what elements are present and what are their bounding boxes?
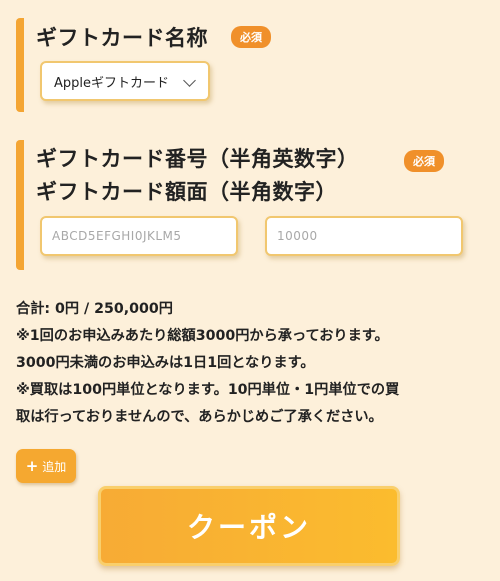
required-badge: 必須 <box>231 26 271 48</box>
gift-card-type-select[interactable]: Appleギフトカード <box>40 61 210 101</box>
plus-icon: + <box>25 457 39 475</box>
total-line: 合計: 0円 / 250,000円 <box>16 296 486 323</box>
gift-card-name-section: ギフトカード名称 必須 Appleギフトカード <box>16 18 486 112</box>
note-daily-limit: 3000円未満のお申込みは1日1回となります。 <box>16 355 315 371</box>
coupon-button-label: クーポン <box>186 511 311 544</box>
note-minimum: ※1回のお申込みあたり総額3000円から承っております。 <box>16 328 389 344</box>
chevron-down-icon <box>183 74 196 87</box>
note-unit-line2: 取は行っておりませんので、あらかじめご了承ください。 <box>16 409 383 425</box>
gift-card-number-title: ギフトカード番号（半角英数字） <box>36 147 359 171</box>
info-block: 合計: 0円 / 250,000円 ※1回のお申込みあたり総額3000円から承っ… <box>16 296 486 431</box>
add-button-label: 追加 <box>42 459 67 474</box>
coupon-button[interactable]: クーポン <box>98 486 400 566</box>
gift-card-code-input[interactable] <box>40 216 238 256</box>
gift-card-type-selected: Appleギフトカード <box>54 75 170 91</box>
gift-card-amount-title: ギフトカード額面（半角数字） <box>36 180 337 204</box>
total-value: 0円 / 250,000円 <box>55 301 173 317</box>
total-label: 合計: <box>16 301 55 317</box>
note-unit-line1: ※買取は100円単位となります。10円単位・1円単位での買 <box>16 382 400 398</box>
add-button[interactable]: + 追加 <box>16 449 76 483</box>
gift-card-name-title: ギフトカード名称 <box>36 26 208 50</box>
gift-card-number-section: ギフトカード番号（半角英数字） 必須 ギフトカード額面（半角数字） <box>16 140 486 270</box>
required-badge: 必須 <box>404 150 444 172</box>
gift-card-amount-input[interactable] <box>265 216 463 256</box>
